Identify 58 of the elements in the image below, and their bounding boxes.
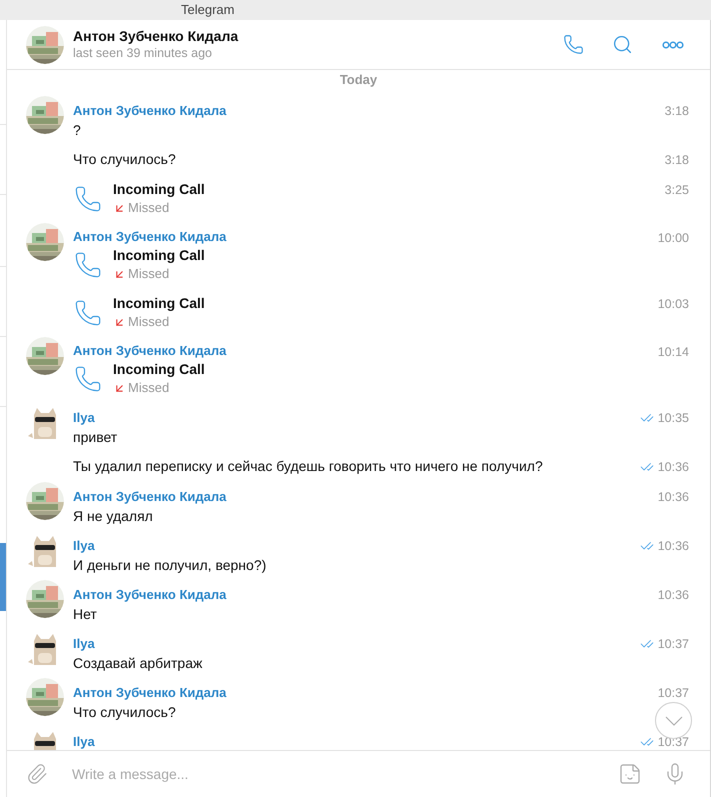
message-text: Что случилось? (73, 703, 177, 721)
paperclip-icon (26, 763, 48, 785)
sender-name: Антон Зубченко Кидала (73, 228, 228, 246)
more-icon (662, 40, 684, 48)
chevron-down-icon (664, 716, 682, 726)
call-title: Incoming Call (113, 294, 205, 313)
date-separator: Today (340, 72, 378, 88)
message-time: 10:36 (658, 459, 689, 476)
sender-name: Антон Зубченко Кидала (73, 586, 228, 604)
sender-name: Антон Зубченко Кидала (73, 102, 228, 120)
call-status: Missed (128, 265, 170, 283)
phone-icon (562, 34, 584, 55)
sender-name: Антон Зубченко Кидала (73, 342, 228, 360)
sender-name: Ilya (73, 733, 96, 750)
phone-icon (74, 184, 102, 212)
message-time: 10:37 (658, 636, 689, 653)
message-text: Что случилось? (73, 150, 177, 168)
window-title: Telegram (181, 1, 234, 20)
message-time: 10:37 (658, 734, 689, 750)
selected-chat-highlight (0, 543, 6, 611)
chat-status: last seen 39 minutes ago (73, 45, 213, 62)
sender-name: Антон Зубченко Кидала (73, 684, 228, 702)
chat-title: Антон Зубченко Кидала (73, 27, 240, 45)
phone-icon (74, 298, 102, 326)
sender-name: Ilya (73, 409, 96, 427)
call-title: Incoming Call (113, 246, 205, 265)
sender-name: Антон Зубченко Кидала (73, 488, 228, 506)
sender-name: Ilya (73, 537, 96, 555)
message-text: ? (73, 121, 82, 139)
message-time: 10:03 (658, 296, 689, 313)
message-time: 3:25 (664, 182, 689, 199)
sender-name: Ilya (73, 635, 96, 653)
message-time: 10:35 (658, 410, 689, 427)
call-title: Incoming Call (113, 360, 205, 379)
message-text: Нет (73, 605, 98, 623)
message-time: 3:18 (664, 103, 689, 120)
message-time: 3:18 (664, 152, 689, 169)
call-status: Missed (128, 379, 170, 397)
scroll-down-button[interactable] (655, 702, 692, 739)
message-time: 10:37 (658, 685, 689, 702)
message-time: 10:00 (658, 230, 689, 247)
message-input[interactable]: Write a message... (72, 764, 616, 784)
message-text: привет (73, 428, 118, 446)
call-status: Missed (128, 199, 170, 217)
message-time: 10:36 (658, 587, 689, 604)
sticker-icon (618, 762, 642, 786)
phone-icon (74, 364, 102, 392)
message-time: 10:14 (658, 344, 689, 361)
phone-icon (74, 250, 102, 278)
message-text: Ты удалил переписку и сейчас будешь говорить что ничего не получил? (73, 457, 544, 475)
message-time: 10:36 (658, 489, 689, 506)
message-text: Я не удалял (73, 507, 154, 525)
message-text: Создавай арбитраж (73, 654, 204, 672)
call-status: Missed (128, 313, 170, 331)
call-title: Incoming Call (113, 180, 205, 199)
message-text: И деньги не получил, верно?) (73, 556, 268, 574)
message-time: 10:36 (658, 538, 689, 555)
search-icon (612, 34, 632, 55)
